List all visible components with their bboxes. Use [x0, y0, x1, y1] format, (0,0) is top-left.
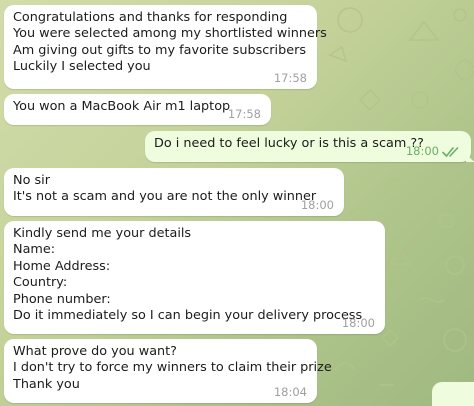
message-text-line: It's not a scam and you are not the only… [13, 189, 317, 205]
message-text-line: You won a MacBook Air m1 laptop [13, 99, 231, 114]
message-timestamp: 17:58 [227, 107, 261, 121]
message-text-line: No sir [13, 173, 50, 188]
message-text-line: You were selected among my shortlisted w… [13, 26, 327, 42]
message-timestamp: 17:58 [273, 71, 307, 85]
message-timestamp: 18:04 [273, 385, 307, 399]
message-timestamp: 18:00 [300, 198, 334, 212]
message-list[interactable]: Congratulations and thanks for respondin… [0, 0, 474, 406]
message-text-line: What prove do you want? [13, 344, 177, 359]
message-text-line: Kindly send me your details [13, 226, 192, 241]
message-text-line: Congratulations and thanks for respondin… [13, 10, 288, 25]
message-bubble-incoming[interactable]: Congratulations and thanks for respondin… [4, 5, 327, 89]
message-bubble-outgoing-partial[interactable] [432, 382, 474, 406]
message-text-line: Phone number: [13, 291, 111, 307]
message-bubble-incoming[interactable]: No sir It's not a scam and you are not t… [4, 168, 344, 216]
message-text-line: Do it immediately so I can begin your de… [13, 308, 363, 324]
message-bubble-incoming[interactable]: What prove do you want? I don't try to f… [4, 339, 332, 403]
message-text-line: Thank you [13, 376, 80, 392]
message-timestamp: 18:00 [405, 144, 439, 158]
message-text-line: Country: [13, 275, 68, 291]
message-timestamp: 18:00 [341, 316, 375, 330]
message-bubble-incoming[interactable]: You won a MacBook Air m1 laptop 17:58 [4, 94, 271, 125]
message-text-line: Am giving out gifts to my favorite subsc… [13, 42, 307, 58]
message-text-line: Name: [13, 242, 56, 258]
message-text-line: Home Address: [13, 258, 111, 274]
message-text-line: I don't try to force my winners to claim… [13, 360, 332, 376]
message-bubble-incoming[interactable]: Kindly send me your details Name: Home A… [4, 221, 385, 334]
message-text-line: Luckily I selected you [13, 59, 151, 75]
bubble-tail-outgoing [466, 150, 474, 162]
double-check-read-icon [442, 147, 459, 157]
message-bubble-outgoing[interactable]: Do i need to feel lucky or is this a sca… [145, 131, 471, 162]
